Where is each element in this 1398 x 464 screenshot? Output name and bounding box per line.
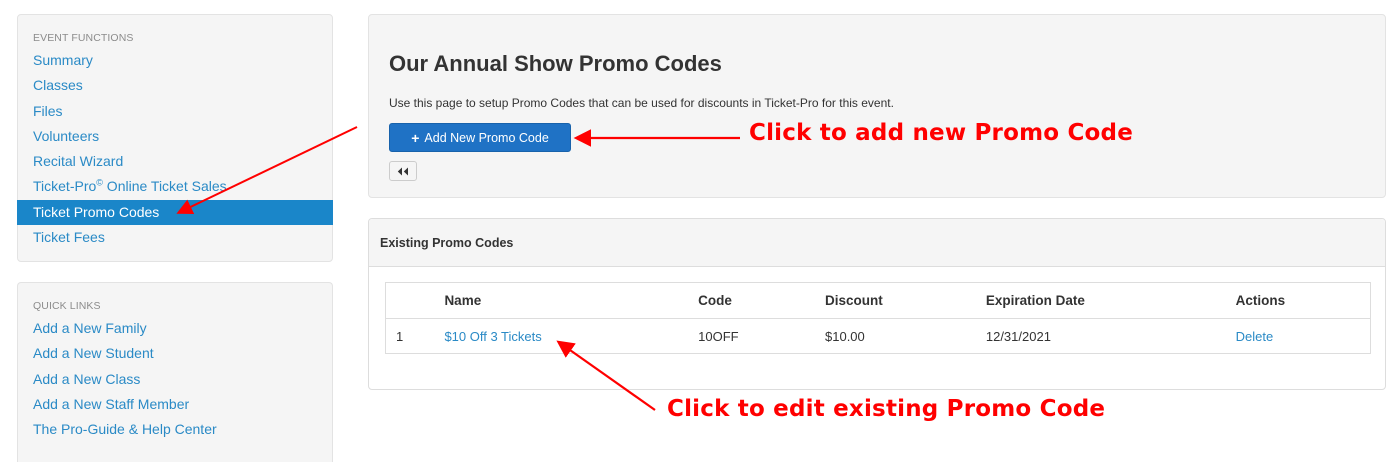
sidebar-item-summary[interactable]: Summary bbox=[18, 48, 332, 73]
existing-promo-codes-heading: Existing Promo Codes bbox=[369, 219, 1385, 267]
add-new-promo-code-button[interactable]: + Add New Promo Code bbox=[389, 123, 571, 152]
promo-codes-header-panel: Our Annual Show Promo Codes Use this pag… bbox=[368, 14, 1386, 198]
delete-link[interactable]: Delete bbox=[1236, 329, 1274, 344]
annotation-add-promo-code: Click to add new Promo Code bbox=[749, 120, 1133, 146]
event-functions-heading: EVENT FUNCTIONS bbox=[33, 32, 134, 44]
ticket-pro-label: Ticket-Pro bbox=[33, 178, 97, 195]
promo-code-value: 10OFF bbox=[698, 328, 739, 344]
annotation-edit-promo-code: Click to edit existing Promo Code bbox=[667, 396, 1106, 422]
page-title: Our Annual Show Promo Codes bbox=[389, 51, 722, 76]
quick-links-list: Add a New Family Add a New Student Add a… bbox=[18, 316, 332, 442]
quick-link-add-student[interactable]: Add a New Student bbox=[18, 341, 332, 366]
sidebar-item-ticket-promo-codes[interactable]: Ticket Promo Codes bbox=[17, 199, 333, 226]
plus-icon: + bbox=[411, 129, 420, 146]
ticket-pro-suffix: Online Ticket Sales bbox=[102, 178, 227, 195]
column-header-code: Code bbox=[688, 282, 815, 319]
promo-code-expiration: 12/31/2021 bbox=[985, 328, 1051, 344]
promo-codes-table: Name Code Discount Expiration Date Actio… bbox=[385, 282, 1371, 354]
existing-promo-codes-panel: Existing Promo Codes Name Code Discount … bbox=[368, 218, 1386, 390]
column-header-discount: Discount bbox=[815, 282, 976, 319]
sidebar-item-recital-wizard[interactable]: Recital Wizard bbox=[18, 149, 332, 174]
quick-link-add-class[interactable]: Add a New Class bbox=[18, 367, 332, 392]
quick-link-help-center[interactable]: The Pro-Guide & Help Center bbox=[18, 417, 332, 442]
sidebar-item-ticket-pro[interactable]: Ticket-Pro© Online Ticket Sales bbox=[18, 174, 332, 199]
double-chevron-left-icon bbox=[397, 167, 408, 175]
column-header-expiration-date: Expiration Date bbox=[975, 282, 1226, 319]
sidebar-item-classes[interactable]: Classes bbox=[18, 73, 332, 98]
table-row: 1 $10 Off 3 Tickets 10OFF $10.00 12/31/2… bbox=[385, 318, 1371, 354]
column-header-number bbox=[385, 282, 435, 319]
column-header-name: Name bbox=[434, 282, 689, 319]
promo-code-name-link[interactable]: $10 Off 3 Tickets bbox=[444, 329, 541, 344]
row-number: 1 bbox=[385, 318, 435, 354]
table-header-row: Name Code Discount Expiration Date Actio… bbox=[385, 282, 1371, 319]
event-functions-list: Summary Classes Files Volunteers Recital… bbox=[17, 48, 333, 250]
event-functions-panel: EVENT FUNCTIONS Summary Classes Files Vo… bbox=[17, 14, 333, 262]
quick-link-add-staff[interactable]: Add a New Staff Member bbox=[18, 392, 332, 417]
page-description: Use this page to setup Promo Codes that … bbox=[389, 96, 894, 110]
sidebar-item-volunteers[interactable]: Volunteers bbox=[18, 124, 332, 149]
quick-link-add-family[interactable]: Add a New Family bbox=[18, 316, 332, 341]
promo-code-discount: $10.00 bbox=[825, 328, 865, 344]
add-button-label: Add New Promo Code bbox=[424, 130, 549, 145]
copyright-mark: © bbox=[96, 177, 103, 188]
quick-links-heading: QUICK LINKS bbox=[33, 300, 101, 312]
column-header-actions: Actions bbox=[1225, 282, 1371, 319]
back-button[interactable] bbox=[389, 161, 417, 181]
sidebar-item-files[interactable]: Files bbox=[18, 99, 332, 124]
quick-links-panel: QUICK LINKS Add a New Family Add a New S… bbox=[17, 282, 333, 462]
sidebar-item-ticket-fees[interactable]: Ticket Fees bbox=[18, 225, 332, 250]
